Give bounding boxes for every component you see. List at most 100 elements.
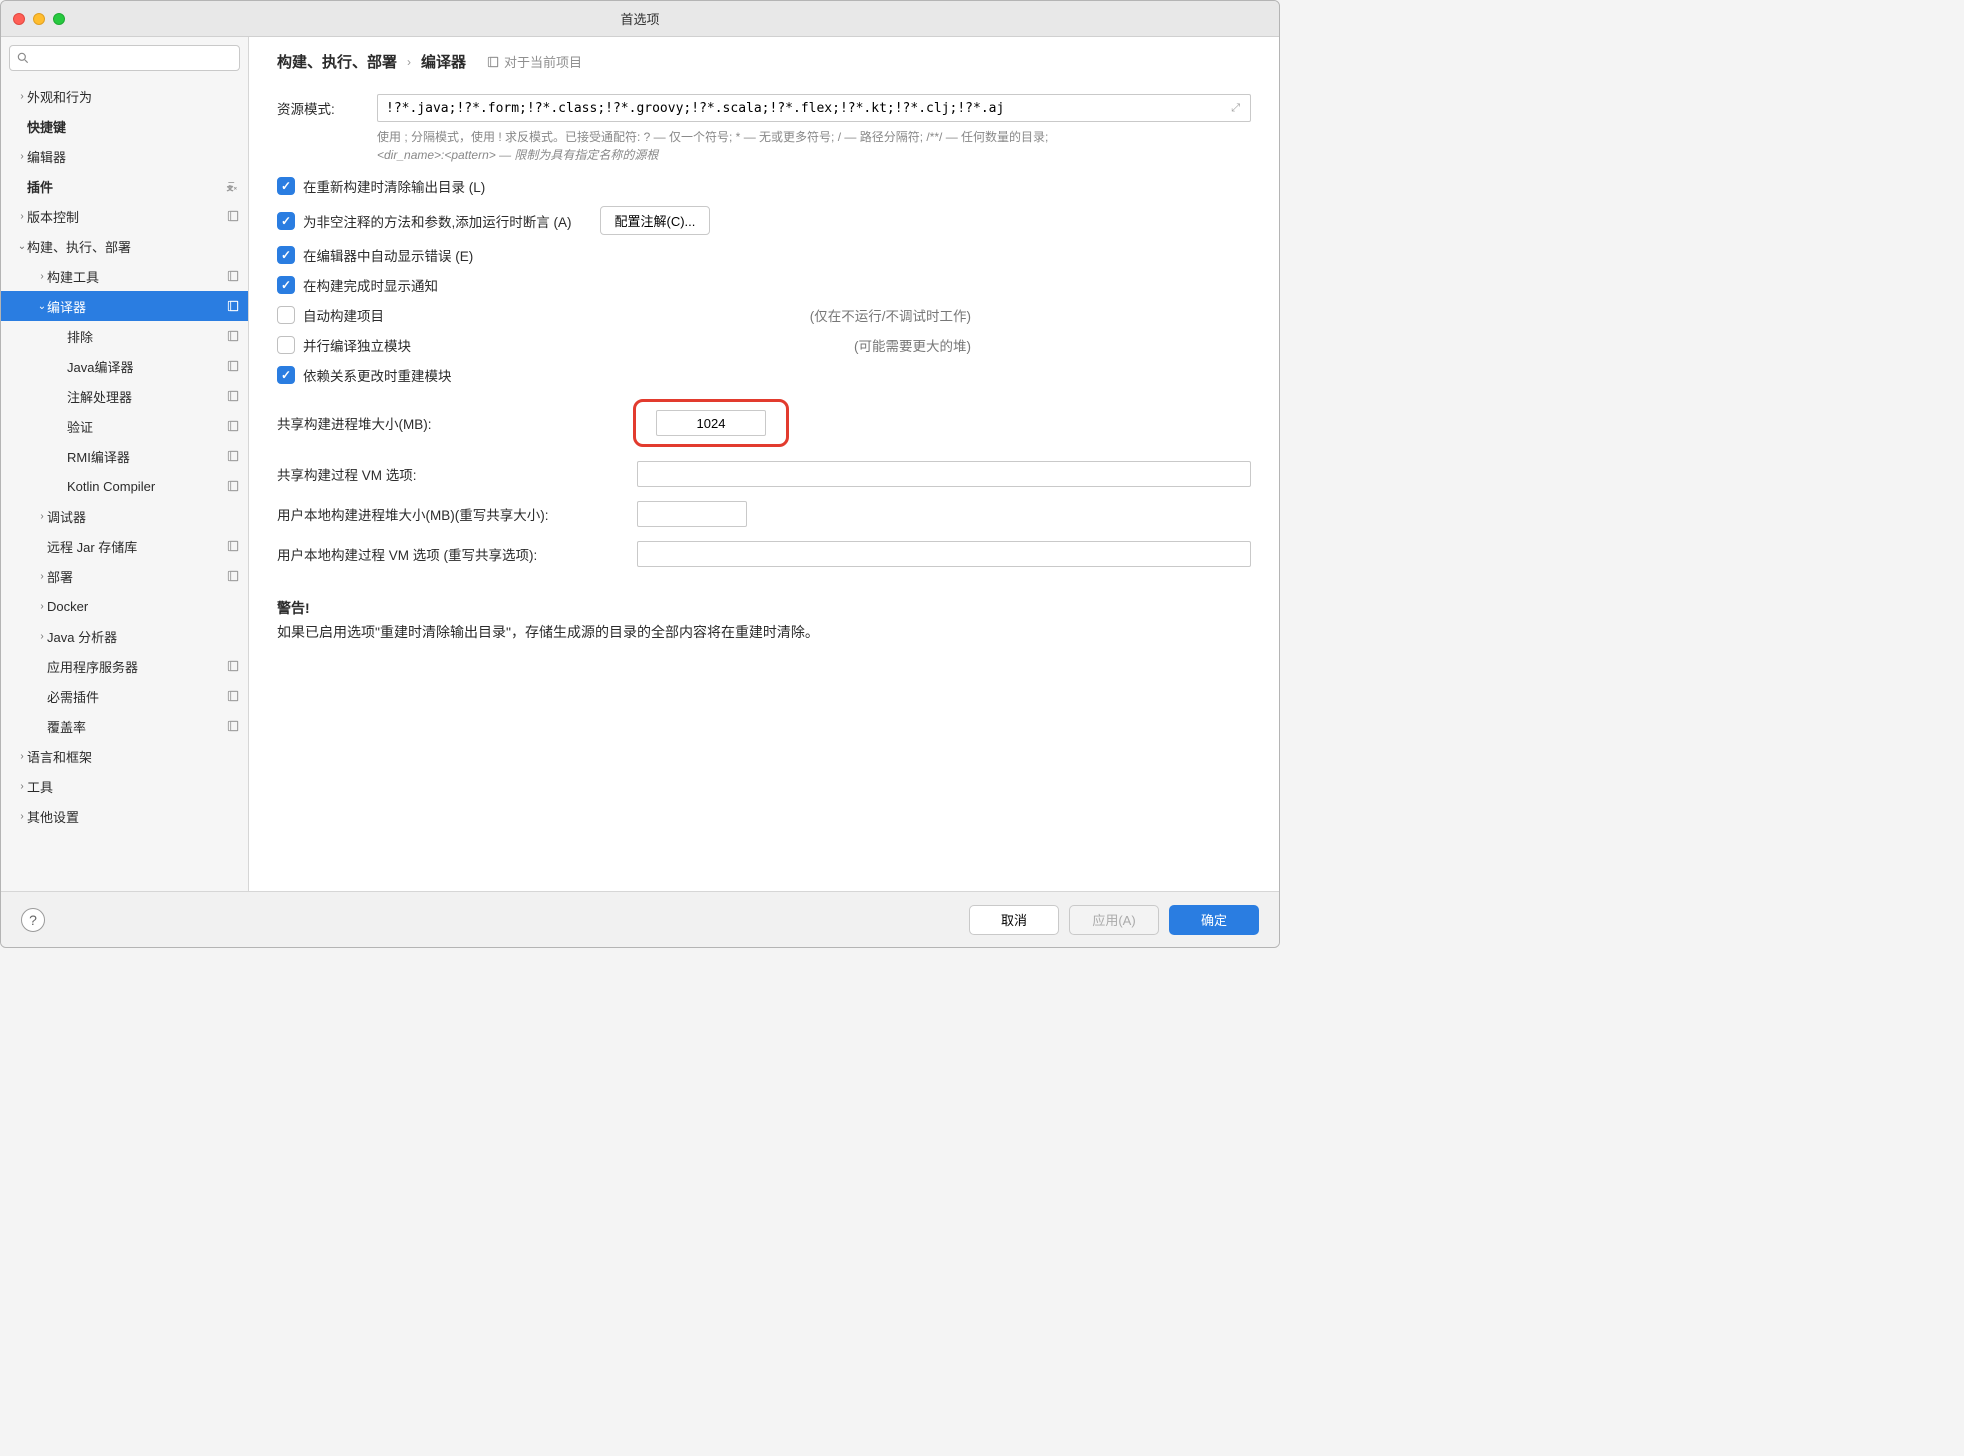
configure-annotations-button[interactable]: 配置注解(C)... xyxy=(600,206,711,235)
ok-button[interactable]: 确定 xyxy=(1169,905,1259,935)
sidebar-item-label: 工具 xyxy=(27,777,240,796)
expand-icon[interactable]: ⤢ xyxy=(1229,100,1242,117)
search-input[interactable] xyxy=(34,51,233,66)
chevron-icon: › xyxy=(17,781,27,792)
auto-build-note: (仅在不运行/不调试时工作) xyxy=(810,305,1251,325)
sidebar-item-label: 远程 Jar 存储库 xyxy=(47,537,222,556)
chevron-right-icon: › xyxy=(407,55,411,69)
sidebar-item-label: 注解处理器 xyxy=(67,387,222,406)
sidebar-item[interactable]: 验证 xyxy=(1,411,248,441)
search-field[interactable] xyxy=(9,45,240,71)
zoom-icon[interactable] xyxy=(53,13,65,25)
sidebar-item[interactable]: ›工具 xyxy=(1,771,248,801)
parallel-compile-note: (可能需要更大的堆) xyxy=(854,335,1251,355)
chevron-icon: › xyxy=(17,151,27,162)
sidebar-item[interactable]: ⌄构建、执行、部署 xyxy=(1,231,248,261)
sidebar-item[interactable]: ›版本控制 xyxy=(1,201,248,231)
sidebar: ›外观和行为快捷键›编辑器插件文›版本控制⌄构建、执行、部署›构建工具⌄编译器排… xyxy=(1,37,249,891)
sidebar-item-label: 必需插件 xyxy=(47,687,222,706)
sidebar-item[interactable]: 覆盖率 xyxy=(1,711,248,741)
project-icon xyxy=(226,719,240,733)
sidebar-item-label: 编译器 xyxy=(47,297,222,316)
close-icon[interactable] xyxy=(13,13,25,25)
sidebar-item[interactable]: ›语言和框架 xyxy=(1,741,248,771)
settings-tree: ›外观和行为快捷键›编辑器插件文›版本控制⌄构建、执行、部署›构建工具⌄编译器排… xyxy=(1,79,248,891)
checkbox-runtime-assert-label: 为非空注释的方法和参数,添加运行时断言 (A) xyxy=(303,211,572,231)
sidebar-item[interactable]: ›编辑器 xyxy=(1,141,248,171)
sidebar-item[interactable]: RMI编译器 xyxy=(1,441,248,471)
cancel-button[interactable]: 取消 xyxy=(969,905,1059,935)
project-icon xyxy=(226,449,240,463)
sidebar-item[interactable]: 必需插件 xyxy=(1,681,248,711)
shared-heap-input[interactable] xyxy=(656,410,766,436)
sidebar-item[interactable]: 远程 Jar 存储库 xyxy=(1,531,248,561)
project-icon xyxy=(226,569,240,583)
sidebar-item[interactable]: ›其他设置 xyxy=(1,801,248,831)
checkbox-rebuild-deps-label: 依赖关系更改时重建模块 xyxy=(303,365,452,385)
window-controls xyxy=(13,13,65,25)
main-body: 资源模式: ⤢ 使用 ; 分隔模式，使用 ! 求反模式。已接受通配符: ? — … xyxy=(249,82,1279,891)
sidebar-item[interactable]: ›构建工具 xyxy=(1,261,248,291)
chevron-icon: › xyxy=(17,751,27,762)
user-vm-opts-label: 用户本地构建过程 VM 选项 (重写共享选项): xyxy=(277,544,637,564)
sidebar-item[interactable]: ›Java 分析器 xyxy=(1,621,248,651)
user-heap-label: 用户本地构建进程堆大小(MB)(重写共享大小): xyxy=(277,504,637,524)
sidebar-item-label: 排除 xyxy=(67,327,222,346)
search-icon xyxy=(16,51,30,65)
window-title: 首选项 xyxy=(1,9,1279,28)
minimize-icon[interactable] xyxy=(33,13,45,25)
checkbox-show-errors-label: 在编辑器中自动显示错误 (E) xyxy=(303,245,473,265)
help-button[interactable]: ? xyxy=(21,908,45,932)
checkbox-auto-build[interactable] xyxy=(277,306,295,324)
sidebar-item[interactable]: 应用程序服务器 xyxy=(1,651,248,681)
chevron-icon: ⌄ xyxy=(17,241,27,252)
checkbox-show-errors[interactable] xyxy=(277,246,295,264)
chevron-icon: › xyxy=(37,601,47,612)
user-vm-opts-input[interactable] xyxy=(637,541,1251,567)
sidebar-item-label: 语言和框架 xyxy=(27,747,240,766)
sidebar-item[interactable]: Java编译器 xyxy=(1,351,248,381)
checkbox-runtime-assert[interactable] xyxy=(277,212,295,230)
sidebar-item-label: 应用程序服务器 xyxy=(47,657,222,676)
sidebar-item[interactable]: ›Docker xyxy=(1,591,248,621)
sidebar-item-label: 调试器 xyxy=(47,507,240,526)
breadcrumb-current: 编译器 xyxy=(421,51,466,72)
shared-vm-opts-input[interactable] xyxy=(637,461,1251,487)
sidebar-item-label: 外观和行为 xyxy=(27,87,240,106)
chevron-icon: › xyxy=(37,511,47,522)
user-heap-input[interactable] xyxy=(637,501,747,527)
chevron-icon: › xyxy=(17,811,27,822)
sidebar-item[interactable]: 注解处理器 xyxy=(1,381,248,411)
checkbox-show-notification[interactable] xyxy=(277,276,295,294)
checkbox-clear-output[interactable] xyxy=(277,177,295,195)
project-icon xyxy=(226,329,240,343)
sidebar-item-label: 插件 xyxy=(27,177,222,196)
sidebar-item[interactable]: ⌄编译器 xyxy=(1,291,248,321)
checkbox-parallel-compile[interactable] xyxy=(277,336,295,354)
sidebar-item[interactable]: 排除 xyxy=(1,321,248,351)
sidebar-item-label: 版本控制 xyxy=(27,207,222,226)
shared-vm-opts-label: 共享构建过程 VM 选项: xyxy=(277,464,637,484)
sidebar-item[interactable]: ›调试器 xyxy=(1,501,248,531)
sidebar-item[interactable]: ›部署 xyxy=(1,561,248,591)
sidebar-item[interactable]: Kotlin Compiler xyxy=(1,471,248,501)
sidebar-item-label: 编辑器 xyxy=(27,147,240,166)
body: ›外观和行为快捷键›编辑器插件文›版本控制⌄构建、执行、部署›构建工具⌄编译器排… xyxy=(1,37,1279,891)
project-icon xyxy=(226,359,240,373)
sidebar-item[interactable]: 快捷键 xyxy=(1,111,248,141)
sidebar-item[interactable]: ›外观和行为 xyxy=(1,81,248,111)
project-icon xyxy=(226,419,240,433)
project-icon xyxy=(226,479,240,493)
checkbox-rebuild-deps[interactable] xyxy=(277,366,295,384)
sidebar-item[interactable]: 插件文 xyxy=(1,171,248,201)
sidebar-item-label: 部署 xyxy=(47,567,222,586)
resource-pattern-field[interactable]: ⤢ xyxy=(377,94,1251,122)
sidebar-item-label: Kotlin Compiler xyxy=(67,479,222,494)
resource-pattern-input[interactable] xyxy=(386,101,1229,116)
project-icon xyxy=(486,55,500,69)
shared-heap-label: 共享构建进程堆大小(MB): xyxy=(277,413,637,433)
checkbox-parallel-compile-label: 并行编译独立模块 xyxy=(303,335,411,355)
resource-pattern-hint: 使用 ; 分隔模式，使用 ! 求反模式。已接受通配符: ? — 仅一个符号; *… xyxy=(377,128,1251,164)
project-icon xyxy=(226,659,240,673)
apply-button[interactable]: 应用(A) xyxy=(1069,905,1159,935)
